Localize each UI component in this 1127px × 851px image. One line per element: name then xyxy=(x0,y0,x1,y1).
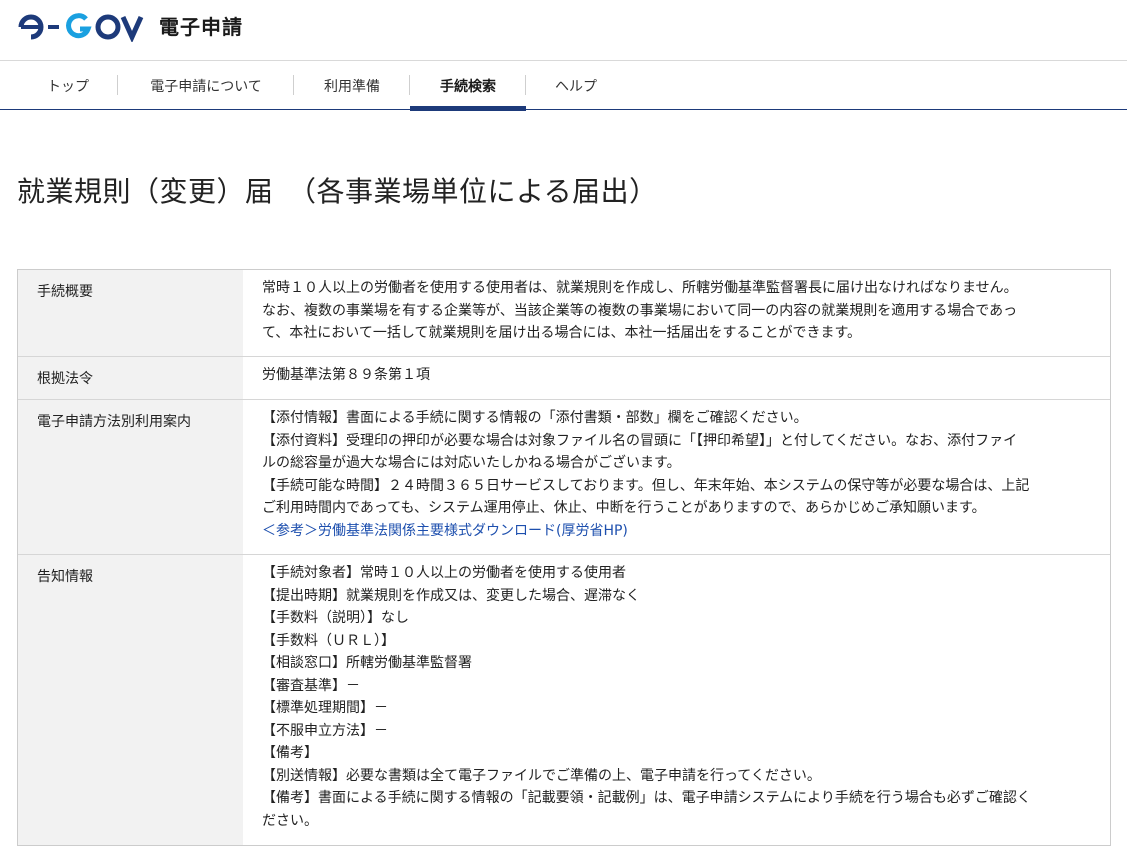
text-line: ルの総容量が過大な場合には対応いたしかねる場合がございます。 xyxy=(262,455,681,471)
site-header: 電子申請 xyxy=(0,0,1127,60)
main-nav: トップ 電子申請について 利用準備 手続検索 ヘルプ xyxy=(0,60,1127,111)
text-line: ご利用時間内であっても、システム運用停止、休止、中断を行うことがありますので、あ… xyxy=(262,500,986,516)
text-line: 【添付資料】受理印の押印が必要な場合は対象ファイル名の冒頭に「【押印希望】」と付… xyxy=(262,430,1094,453)
row-value: 【添付情報】書面による手続に関する情報の「添付書類・部数」欄をご確認ください。 … xyxy=(243,400,1110,554)
nav-item-procedure-search[interactable]: 手続検索 xyxy=(410,61,526,111)
egov-logo[interactable]: 電子申請 xyxy=(18,12,243,42)
highlight-text: 【添付資料】受理印の押印が必要な場合は対象ファイル名の冒頭に「【押印希望】」と付… xyxy=(262,432,906,449)
info-row-guide: 電子申請方法別利用案内 【添付情報】書面による手続に関する情報の「添付書類・部数… xyxy=(18,399,1110,554)
text-line: 【手続対象者】常時１０人以上の労働者を使用する使用者 xyxy=(262,565,626,581)
nav-item-top[interactable]: トップ xyxy=(18,61,118,110)
text-line: 【別送情報】必要な書類は全て電子ファイルでご準備の上、電子申請を行ってください。 xyxy=(262,767,821,784)
text-line: ださい。 xyxy=(262,812,318,829)
row-label: 電子申請方法別利用案内 xyxy=(18,400,243,554)
text-line: 【備考】書面による手続に関する情報の「記載要領・記載例」は、電子申請システムによ… xyxy=(262,790,1031,806)
nav-item-help[interactable]: ヘルプ xyxy=(526,61,626,110)
row-label: 告知情報 xyxy=(18,555,243,845)
row-value: 【手続対象者】常時１０人以上の労働者を使用する使用者 【提出時期】就業規則を作成… xyxy=(243,555,1110,845)
row-value: 常時１０人以上の労働者を使用する使用者は、就業規則を作成し、所轄労働基準監督署長… xyxy=(243,270,1110,356)
row-label: 根拠法令 xyxy=(18,357,243,399)
nav-label: 手続検索 xyxy=(440,78,496,95)
egov-logo-mark xyxy=(18,13,144,42)
text-line: 【備考】 xyxy=(262,745,318,761)
nav-label: トップ xyxy=(47,78,89,95)
text-line: 常時１０人以上の労働者を使用する使用者は、就業規則を作成し、所轄労働基準監督署長… xyxy=(262,280,1018,296)
info-row-overview: 手続概要 常時１０人以上の労働者を使用する使用者は、就業規則を作成し、所轄労働基… xyxy=(18,270,1110,356)
text-rest: なお、添付ファイ xyxy=(905,432,1018,449)
text-line: なお、複数の事業場を有する企業等が、当該企業等の複数の事業場において同一の内容の… xyxy=(262,302,1018,319)
text-line: ＜参考＞労働基準法関係主要様式ダウンロード(厚労省HP) xyxy=(262,520,1094,543)
text-line: て、本社において一括して就業規則を届け出る場合には、本社一括届出をすることができ… xyxy=(262,325,862,341)
text-line: 【提出時期】就業規則を作成又は、変更した場合、遅滞なく xyxy=(262,587,640,604)
nav-item-preparation[interactable]: 利用準備 xyxy=(294,61,410,110)
mhlw-forms-download-link[interactable]: ＜参考＞労働基準法関係主要様式ダウンロード(厚労省HP) xyxy=(262,523,628,539)
text-line: 【不服申立方法】－ xyxy=(262,722,388,739)
nav-item-about[interactable]: 電子申請について xyxy=(118,61,294,110)
row-label: 手続概要 xyxy=(18,270,243,356)
text-line: 【手続可能な時間】２４時間３６５日サービスしております。但し、年末年始、本システ… xyxy=(262,477,1030,494)
info-row-legal-basis: 根拠法令 労働基準法第８９条第１項 xyxy=(18,356,1110,399)
procedure-info-table: 手続概要 常時１０人以上の労働者を使用する使用者は、就業規則を作成し、所轄労働基… xyxy=(17,269,1111,846)
info-row-notice: 告知情報 【手続対象者】常時１０人以上の労働者を使用する使用者 【提出時期】就業… xyxy=(18,554,1110,845)
service-name: 電子申請 xyxy=(159,15,243,39)
nav-label: 電子申請について xyxy=(150,78,262,95)
row-value: 労働基準法第８９条第１項 xyxy=(243,357,1110,399)
text-line: 【標準処理期間】－ xyxy=(262,700,388,716)
nav-label: 利用準備 xyxy=(324,78,380,95)
text-line: 【相談窓口】所轄労働基準監督署 xyxy=(262,655,472,671)
text-line: 【手数料（説明）】なし xyxy=(262,610,409,626)
nav-label: ヘルプ xyxy=(555,78,597,95)
text-line: 【添付情報】書面による手続に関する情報の「添付書類・部数」欄をご確認ください。 xyxy=(262,410,808,426)
text-line: 【審査基準】－ xyxy=(262,677,360,694)
highlighted-text: 【添付資料】受理印の押印が必要な場合は対象ファイル名の冒頭に「【押印希望】」と付… xyxy=(262,433,905,449)
page-title: 就業規則（変更）届 （各事業場単位による届出） xyxy=(17,175,658,208)
text-line: 【手数料（ＵＲＬ）】 xyxy=(262,632,395,649)
text-line: 労働基準法第８９条第１項 xyxy=(262,367,430,383)
